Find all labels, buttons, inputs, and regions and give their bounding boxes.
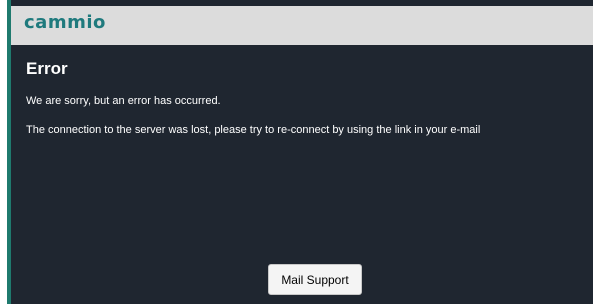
error-panel: Error We are sorry, but an error has occ…: [11, 45, 593, 304]
error-message-details: The connection to the server was lost, p…: [26, 124, 481, 136]
error-message-apology: We are sorry, but an error has occurred.: [26, 95, 221, 107]
header-bar: cammio: [11, 6, 593, 45]
cammio-logo: cammio: [24, 12, 106, 33]
mail-support-button[interactable]: Mail Support: [268, 264, 362, 295]
app-frame: cammio Error We are sorry, but an error …: [7, 0, 593, 304]
error-title: Error: [26, 59, 68, 78]
